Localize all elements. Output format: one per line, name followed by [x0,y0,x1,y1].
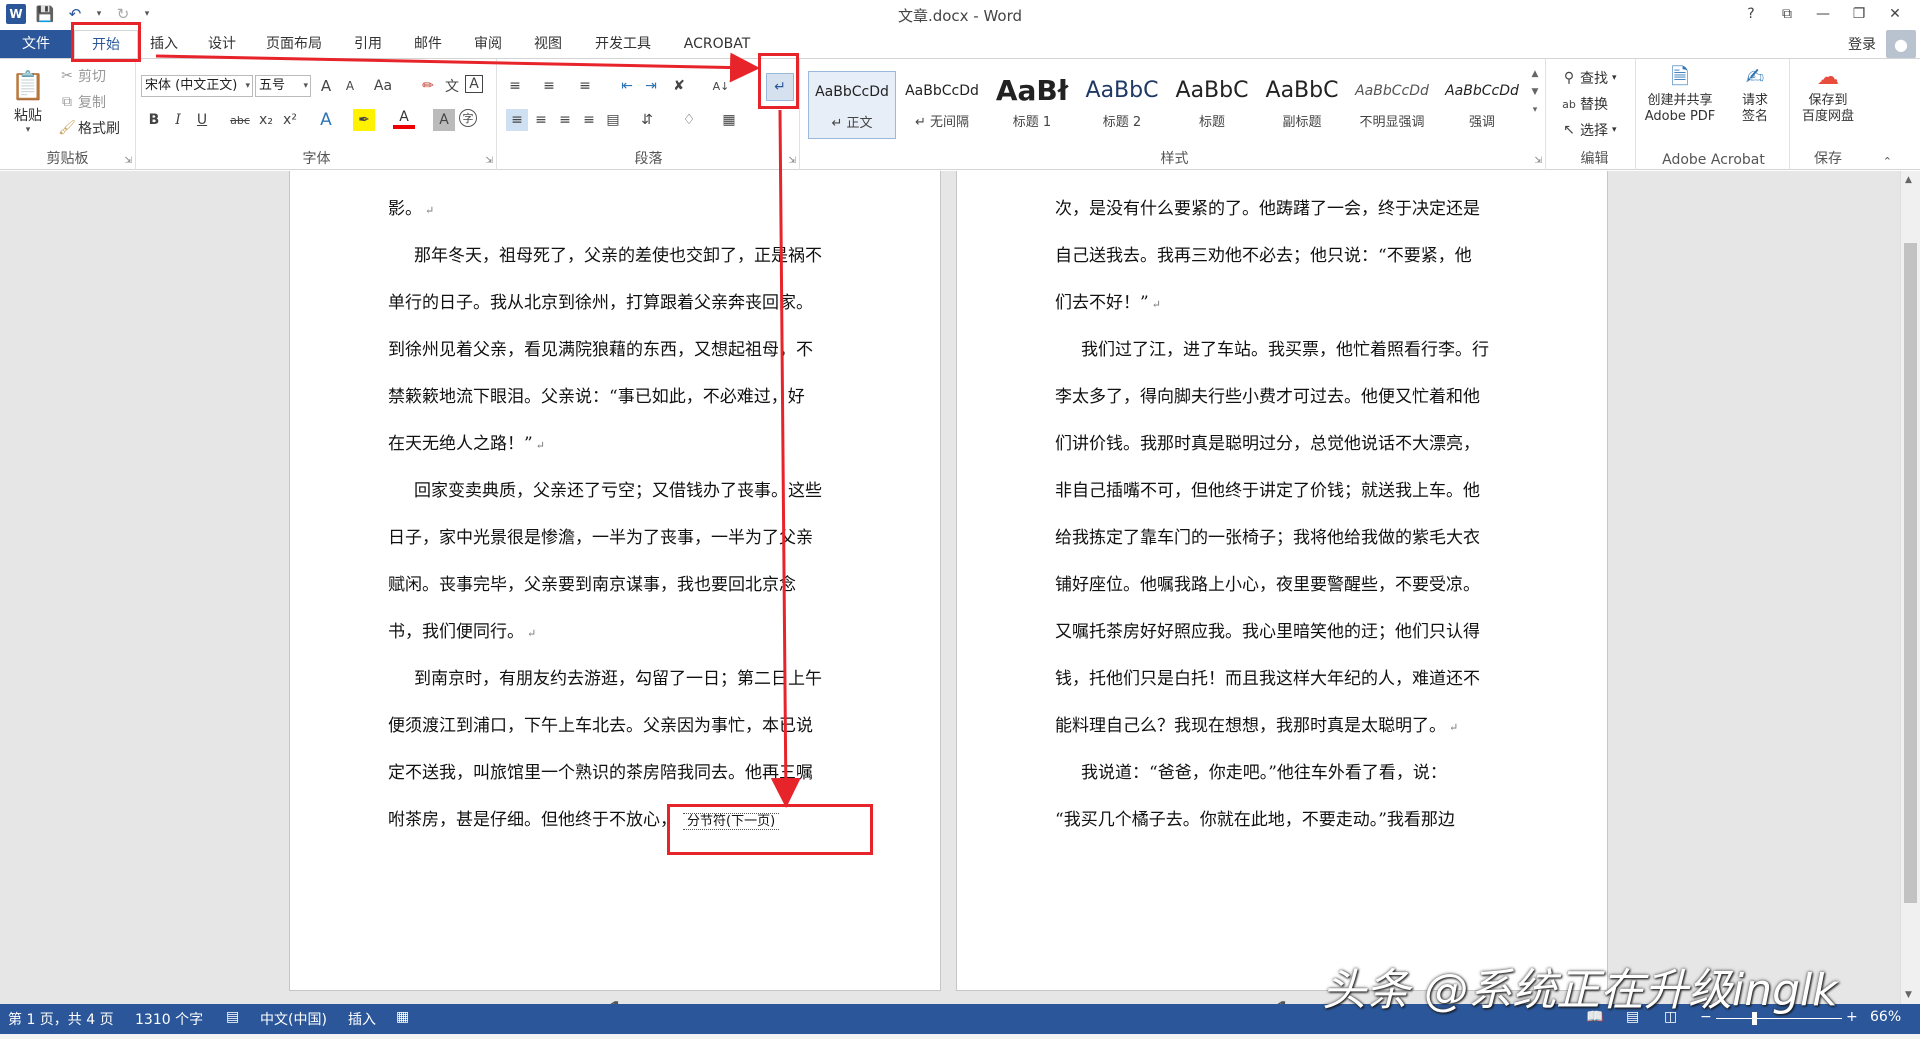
watermark: 头条 @系统正在升级inglk [1322,965,1838,1016]
annotation-section-break-box [667,804,873,855]
annotation-arrows [155,52,801,808]
annotation-arrow-to-break [770,109,801,808]
annotation-arrow-to-button [155,52,760,83]
